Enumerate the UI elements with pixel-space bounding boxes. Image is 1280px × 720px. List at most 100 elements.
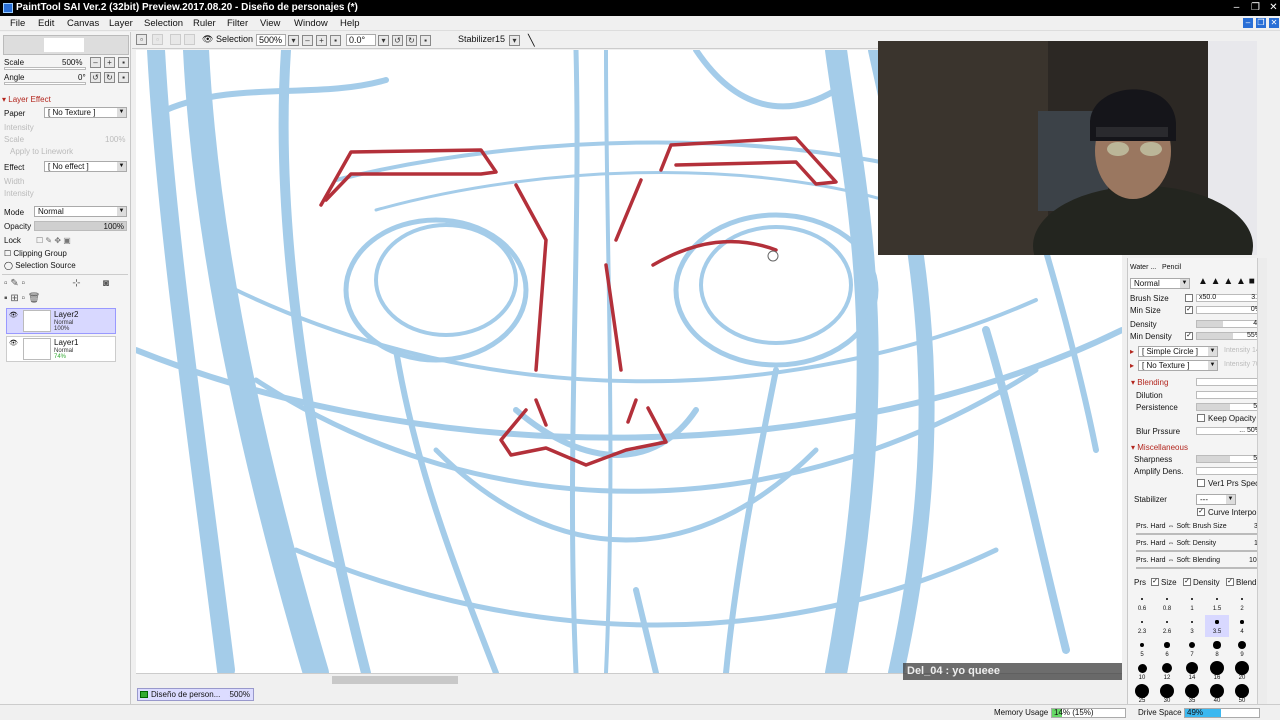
angle-slider[interactable] [4,82,86,85]
ver1-check[interactable] [1197,479,1205,487]
density-slider[interactable]: 40 [1196,320,1264,328]
rotate-left-button[interactable]: ↺ [392,35,403,46]
brush-size-preset[interactable]: 3.5 [1205,615,1229,637]
brush-size-preset[interactable]: 2.6 [1155,615,1179,637]
angle-dropdown-icon[interactable]: ▾ [378,35,389,46]
prs-density-slider[interactable] [1136,550,1264,552]
min-size-slider[interactable]: 0% [1196,306,1264,314]
expand-icon[interactable]: ▸ [1130,361,1134,370]
brush-size-preset[interactable]: 35 [1180,684,1204,706]
brush-texture-dropdown[interactable]: [ No Texture ] ▼ [1138,360,1218,371]
brush-size-preset[interactable]: 10 [1130,661,1154,683]
rotate-left-button[interactable]: ↺ [90,72,101,83]
menu-edit[interactable]: Edit [38,18,54,29]
menu-layer[interactable]: Layer [109,18,133,29]
paper-dropdown[interactable]: [ No Texture ] ▼ [44,107,127,118]
blend-mode-dropdown[interactable]: Normal ▼ [34,206,127,217]
selection-source-checkbox[interactable]: ◯ Selection Source [4,261,76,270]
selection-toggle[interactable]: Selection [216,34,253,44]
maximize-button[interactable]: ❐ [1250,2,1261,13]
stabilizer-dropdown-icon[interactable]: ▾ [509,35,520,46]
min-density-check[interactable]: ✓ [1185,332,1193,340]
lock-icons[interactable]: ☐ ✎ ✥ ▣ [36,236,71,245]
scale-slider[interactable] [4,67,86,70]
brush-size-preset[interactable]: 6 [1155,638,1179,660]
navigator[interactable] [3,35,129,55]
min-size-check[interactable]: ✓ [1185,306,1193,314]
tool-icon[interactable] [170,34,181,45]
right-panel-scrollbar[interactable] [1257,258,1267,704]
prs-brush-slider[interactable] [1136,533,1264,535]
mdi-close-icon[interactable]: ✕ [1269,18,1279,28]
min-density-slider[interactable]: 55% [1196,332,1264,340]
brush-size-preset[interactable]: 0.6 [1130,592,1154,614]
zoom-out-button[interactable]: – [90,57,101,68]
amplify-slider[interactable]: 0 [1196,467,1264,475]
document-tab[interactable]: Diseño de person... 500% [137,688,254,701]
brush-size-preset[interactable]: 1.5 [1205,592,1229,614]
eye-icon[interactable]: 👁 [9,340,18,348]
rotate-right-button[interactable]: ↻ [406,35,417,46]
deselect-icon[interactable]: ▫ [136,34,147,45]
menu-canvas[interactable]: Canvas [67,18,99,29]
brush-size-preset[interactable]: 8 [1205,638,1229,660]
zoom-out-button[interactable]: – [302,35,313,46]
eye-icon[interactable]: 👁 [9,312,18,320]
blending-slider[interactable]: 0 [1196,378,1264,386]
brush-size-preset[interactable]: 20 [1230,661,1254,683]
brush-size-preset[interactable]: 0.8 [1155,592,1179,614]
line-tool-icon[interactable]: ╲ [528,34,535,47]
minimize-button[interactable]: – [1231,2,1242,13]
tool-pencil[interactable]: Pencil [1162,264,1181,271]
brush-size-preset[interactable]: 12 [1155,661,1179,683]
zoom-reset-button[interactable]: ▪ [118,57,129,68]
sharpness-slider[interactable]: 50 [1196,455,1264,463]
brush-size-preset[interactable]: 30 [1155,684,1179,706]
effect-dropdown[interactable]: [ No effect ] ▼ [44,161,127,172]
misc-section[interactable]: ▾ Miscellaneous [1131,443,1188,452]
mdi-minimize-icon[interactable]: – [1243,18,1253,28]
menu-selection[interactable]: Selection [144,18,183,29]
brush-size-preset[interactable]: 50 [1230,684,1254,706]
brush-size-preset[interactable]: 25 [1130,684,1154,706]
invert-icon[interactable]: ▫ [152,34,163,45]
brush-size-preset[interactable]: 3 [1180,615,1204,637]
layer-action-icons[interactable]: ▪ ⊞ ▫ 🗑 [4,293,41,304]
zoom-reset-button[interactable]: ▪ [330,35,341,46]
menu-file[interactable]: File [10,18,25,29]
stabilizer-value[interactable]: 15 [495,34,505,44]
brush-size-preset[interactable]: 1 [1180,592,1204,614]
zoom-dropdown-icon[interactable]: ▾ [288,35,299,46]
brush-size-preset[interactable]: 2.3 [1130,615,1154,637]
scrollbar-thumb[interactable] [332,676,458,684]
menu-filter[interactable]: Filter [227,18,248,29]
clipping-group-checkbox[interactable]: ☐ Clipping Group [4,249,67,258]
mdi-restore-icon[interactable]: ❐ [1256,18,1266,28]
opacity-slider[interactable]: 100% [34,221,127,231]
zoom-in-button[interactable]: + [104,57,115,68]
rotate-reset-button[interactable]: ▪ [420,35,431,46]
brush-size-slider[interactable]: x50.03.5 [1196,294,1264,302]
prs-blend-check[interactable]: ✓ [1226,578,1234,586]
brush-shape-dropdown[interactable]: [ Simple Circle ] ▼ [1138,346,1218,357]
brush-blend-dropdown[interactable]: Normal ▼ [1130,278,1190,289]
apply-linework-checkbox[interactable]: Apply to Linework [10,147,73,156]
prs-density-check[interactable]: ✓ [1183,578,1191,586]
menu-view[interactable]: View [260,18,280,29]
brush-size-preset[interactable]: 40 [1205,684,1229,706]
zoom-in-button[interactable]: + [316,35,327,46]
brush-size-preset[interactable]: 2 [1230,592,1254,614]
layer-effect-title[interactable]: ▾ Layer Effect [2,95,51,104]
angle-field[interactable]: 0.0° [346,34,376,46]
brush-size-preset[interactable]: 16 [1205,661,1229,683]
zoom-field[interactable]: 500% [256,34,286,46]
expand-icon[interactable]: ▸ [1130,347,1134,356]
brush-stabilizer-dropdown[interactable]: --- ▼ [1196,494,1236,505]
rotate-right-button[interactable]: ↻ [104,72,115,83]
new-layer-icons[interactable]: ▫ ✎ ▫ ⊹ ◙ [4,278,109,289]
brush-shape-icons[interactable]: ▲ ▲ ▲ ▲ ■ [1198,276,1255,287]
tool-icon[interactable] [184,34,195,45]
layer-item[interactable]: 👁 Layer1 Normal 74% [6,336,116,362]
prs-size-check[interactable]: ✓ [1151,578,1159,586]
eye-icon[interactable]: 👁 [202,34,213,45]
